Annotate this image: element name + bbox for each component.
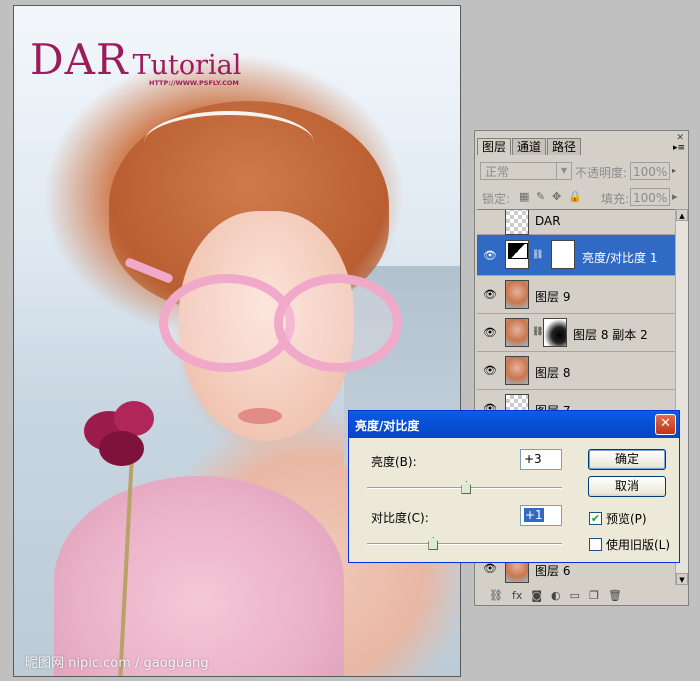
close-icon[interactable]: ✕ [655, 414, 676, 435]
lock-move-icon[interactable]: ✥ [552, 190, 561, 203]
legacy-label: 使用旧版(L) [606, 538, 671, 552]
preview-label: 预览(P) [606, 512, 647, 526]
adjustment-layer-icon[interactable]: ◐ [551, 589, 561, 602]
tab-channels[interactable]: 通道 [512, 138, 547, 155]
fill-input[interactable]: 100% [630, 188, 670, 206]
brand-url: HTTP://WWW.PSFLY.COM [149, 79, 239, 87]
layer-thumbnail [505, 356, 529, 385]
photo-dress [54, 476, 344, 676]
contrast-input[interactable]: +1 [520, 505, 562, 526]
legacy-checkbox[interactable] [589, 538, 602, 551]
brightness-input[interactable]: +3 [520, 449, 562, 470]
contrast-value: +1 [524, 508, 544, 522]
brand-sub: Tutorial [132, 50, 242, 81]
lock-all-icon[interactable]: 🔒 [568, 190, 582, 203]
layer-name: 图层 6 [535, 564, 571, 578]
lock-label: 锁定: [482, 192, 511, 206]
preview-checkbox[interactable]: ✔ [589, 512, 602, 525]
brightness-label: 亮度(B): [371, 455, 417, 469]
photo-headband [144, 111, 314, 175]
panel-menu-icon[interactable]: ▸≡ [673, 143, 685, 153]
scroll-up-icon[interactable]: ▲ [676, 209, 688, 221]
tab-paths[interactable]: 路径 [547, 138, 582, 155]
fill-label: 填充: [601, 192, 630, 206]
cancel-button[interactable]: 取消 [588, 476, 666, 497]
eye-icon[interactable]: 👁 [483, 562, 497, 575]
blend-mode-value: 正常 [485, 165, 510, 179]
layer-name: 图层 8 [535, 366, 571, 380]
layer-thumbnail [505, 210, 529, 235]
eye-icon[interactable]: 👁 [483, 364, 497, 377]
contrast-slider-track[interactable] [367, 543, 562, 545]
chevron-down-icon: ▼ [556, 163, 571, 179]
brightness-contrast-dialog: 亮度/对比度 ✕ 亮度(B): +3 对比度(C): +1 确定 取消 ✔ 预览… [348, 410, 680, 563]
photo-lips [238, 408, 282, 424]
opacity-input[interactable]: 100% [630, 162, 670, 180]
layer-name: 图层 9 [535, 290, 571, 304]
blend-mode-select[interactable]: 正常 ▼ [480, 162, 572, 180]
new-group-icon[interactable]: ▭ [570, 589, 580, 602]
dialog-titlebar[interactable]: 亮度/对比度 ✕ [349, 411, 679, 438]
opacity-arrow-icon[interactable]: ▸ [672, 166, 676, 175]
opacity-label: 不透明度: [575, 166, 628, 180]
contrast-slider-thumb[interactable] [428, 537, 439, 550]
chain-link-icon[interactable]: ⛓ [532, 250, 543, 260]
layer-row[interactable]: 👁 图层 8 [477, 352, 675, 390]
layer-name: 图层 8 副本 2 [573, 328, 648, 342]
dialog-title: 亮度/对比度 [355, 419, 420, 433]
photo-canvas[interactable]: DAR Tutorial HTTP://WWW.PSFLY.COM 昵图网 nip… [13, 5, 461, 677]
trash-icon[interactable]: 🗑 [608, 589, 622, 602]
chain-link-icon[interactable]: ⛓ [532, 327, 543, 337]
ok-button[interactable]: 确定 [588, 449, 666, 470]
tab-layers[interactable]: 图层 [477, 138, 512, 155]
watermark: 昵图网 nipic.com / gaoguang [25, 656, 209, 671]
eye-icon[interactable]: 👁 [483, 249, 497, 262]
eye-icon[interactable]: 👁 [483, 288, 497, 301]
flower-icon [64, 401, 164, 471]
layer-name: DAR [535, 214, 561, 228]
layer-row-selected[interactable]: 👁 ⛓ 亮度/对比度 1 [477, 235, 675, 276]
layer-mask-thumbnail [551, 240, 575, 269]
layer-row[interactable]: 👁 ⛓ 图层 8 副本 2 [477, 314, 675, 352]
link-layers-icon[interactable]: ⛓ [489, 589, 503, 602]
photo-glasses [124, 256, 402, 372]
brightness-value: +3 [524, 452, 542, 466]
layer-thumbnail [505, 280, 529, 309]
adjustment-thumbnail [505, 240, 529, 269]
lock-brush-icon[interactable]: ✎ [536, 190, 545, 203]
layer-mask-thumbnail [543, 318, 567, 347]
eye-icon[interactable]: 👁 [483, 326, 497, 339]
layer-row[interactable]: 👁 图层 9 [477, 276, 675, 314]
add-mask-icon[interactable]: ◙ [531, 589, 542, 602]
layer-row[interactable]: DAR [477, 210, 675, 235]
brand-logo: DAR Tutorial HTTP://WWW.PSFLY.COM [30, 39, 242, 88]
brand-main: DAR [30, 35, 129, 84]
blend-row: 正常 ▼ 不透明度: 100% ▸ [479, 161, 685, 183]
layer-thumbnail [505, 318, 529, 347]
panel-close-icon[interactable]: ✕ [676, 133, 684, 143]
layers-footer: ⛓ fx ◙ ◐ ▭ ❐ 🗑 [477, 586, 697, 605]
layer-style-icon[interactable]: fx [512, 589, 522, 602]
lock-transparency-icon[interactable]: ▦ [519, 190, 529, 203]
brightness-slider-thumb[interactable] [461, 481, 472, 494]
lock-row: 锁定: ▦ ✎ ✥ 🔒 填充: 100% ▸ [479, 187, 685, 207]
new-layer-icon[interactable]: ❐ [589, 589, 599, 602]
contrast-label: 对比度(C): [371, 511, 429, 525]
fill-arrow-icon[interactable]: ▸ [672, 190, 678, 203]
panel-tabs: 图层 通道 路径 [477, 138, 582, 156]
scroll-down-icon[interactable]: ▼ [676, 573, 688, 585]
layer-name: 亮度/对比度 1 [582, 251, 658, 265]
